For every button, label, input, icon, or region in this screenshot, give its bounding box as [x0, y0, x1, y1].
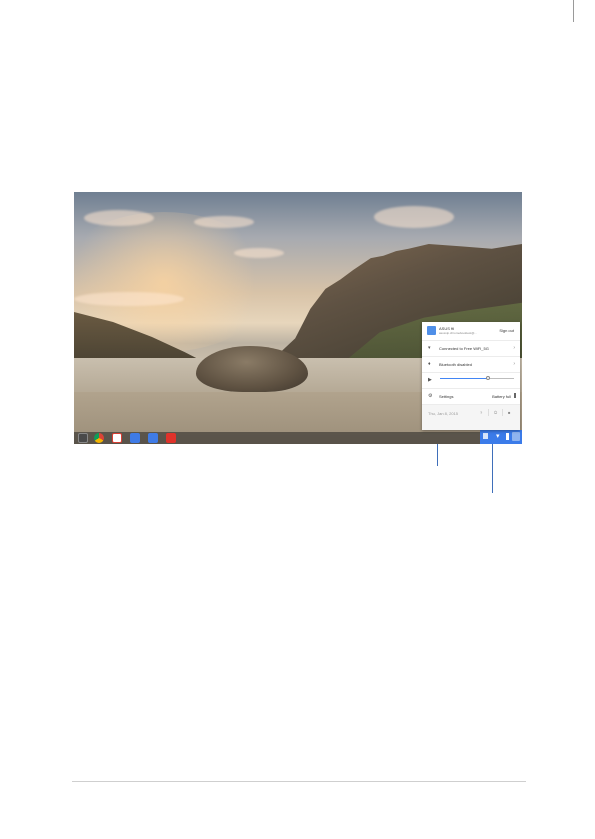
wifi-icon: ▾	[496, 433, 500, 440]
date-row: Thu, Jan 8, 2015 ? ⏻ ■	[422, 405, 520, 430]
crop-mark	[573, 0, 574, 22]
footer-rule	[72, 781, 526, 782]
chromebook-desktop-screenshot: ▾ ASUS ftl asusvip.chromebooktest@... Si…	[74, 192, 522, 444]
settings-label: Settings	[439, 394, 454, 399]
cloud	[194, 216, 254, 228]
lock-icon[interactable]: ■	[508, 410, 510, 415]
battery-status: Battery full	[492, 394, 511, 399]
date-label: Thu, Jan 8, 2015	[428, 411, 459, 416]
cloud	[74, 292, 184, 306]
notification-icon	[483, 433, 488, 439]
account-avatar	[427, 326, 436, 335]
battery-icon	[506, 433, 509, 440]
network-label: Connected to Free WiFi_5G	[439, 346, 489, 351]
cloud	[374, 206, 454, 228]
gmail-icon[interactable]	[112, 433, 122, 443]
sign-out-button[interactable]: Sign out	[499, 328, 514, 333]
cloud	[234, 248, 284, 258]
youtube-icon[interactable]	[166, 433, 176, 443]
cloud	[84, 210, 154, 226]
gear-icon: ⚙	[428, 393, 433, 399]
volume-icon: ▶	[428, 377, 432, 383]
bluetooth-label: Bluetooth disabled	[439, 362, 472, 367]
bluetooth-icon: ♦	[428, 361, 431, 367]
volume-slider-fill	[440, 378, 489, 379]
avatar-icon	[512, 432, 520, 441]
callout-line-tray-menu	[437, 444, 438, 466]
settings-row[interactable]: ⚙ Settings Battery full	[422, 389, 520, 405]
power-icon[interactable]: ⏻	[494, 410, 497, 415]
volume-slider[interactable]	[440, 376, 514, 380]
callout-line-status-area	[492, 444, 493, 493]
google-search-icon[interactable]	[130, 433, 140, 443]
system-tray-menu: ASUS ftl asusvip.chromebooktest@... Sign…	[422, 322, 520, 430]
volume-row: ▶	[422, 373, 520, 389]
volume-slider-thumb[interactable]	[486, 376, 491, 380]
chevron-right-icon: ›	[513, 345, 515, 351]
chrome-icon[interactable]	[94, 433, 104, 443]
account-email: asusvip.chromebooktest@...	[439, 331, 477, 335]
help-icon[interactable]: ?	[480, 410, 482, 415]
battery-icon	[514, 393, 516, 398]
status-area[interactable]: ▾	[480, 430, 522, 444]
account-row: ASUS ftl asusvip.chromebooktest@... Sign…	[422, 322, 520, 341]
docs-icon[interactable]	[148, 433, 158, 443]
chevron-right-icon: ›	[513, 361, 515, 367]
network-row[interactable]: ▾ Connected to Free WiFi_5G ›	[422, 341, 520, 357]
bluetooth-row[interactable]: ♦ Bluetooth disabled ›	[422, 357, 520, 373]
divider	[502, 409, 503, 416]
divider	[488, 409, 489, 416]
wifi-icon: ▾	[428, 345, 431, 351]
app-launcher-icon[interactable]	[78, 433, 88, 443]
shelf	[74, 432, 522, 444]
